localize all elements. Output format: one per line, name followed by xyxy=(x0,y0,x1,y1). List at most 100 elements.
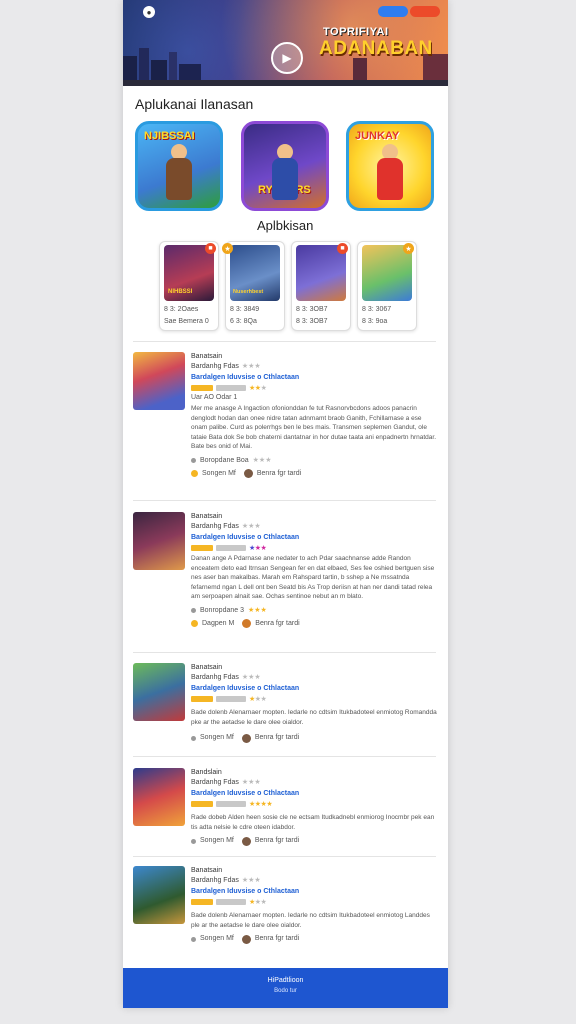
review-category: Bardanhg Fdas ★★★ xyxy=(191,522,438,532)
review-user-label[interactable]: Benra fgr tardi xyxy=(255,617,299,631)
review-category-label: Bardanhg Fdas xyxy=(191,523,239,530)
rating-stars: ★★★ xyxy=(249,545,267,552)
rating-bar: ★★★★ xyxy=(191,799,438,809)
review-footer-label: Boropdane Boa xyxy=(200,456,249,464)
review-category: Bardanhg Fdas ★★★ xyxy=(191,778,438,788)
featured-game-tile[interactable]: JUNKAY xyxy=(346,121,434,211)
review-footer: Bonropdane 3 ★★★ xyxy=(191,605,438,617)
app-thumbnail xyxy=(296,245,346,301)
rating-stars: ★★★ xyxy=(241,779,261,786)
dot-icon xyxy=(191,608,196,613)
featured-game-tile[interactable]: RYEBERS xyxy=(241,121,329,211)
review-text: Bade dolenb Alenarnaer mopten. Iedarle n… xyxy=(191,709,437,726)
review-action-label[interactable]: Dagpen M xyxy=(202,617,234,631)
star-icon[interactable]: ★ xyxy=(403,243,414,254)
review-text: Danan ange A Pdarnase ane nedater to ach… xyxy=(191,555,435,600)
review-thumbnail[interactable] xyxy=(133,866,185,924)
bookmark-icon[interactable]: ■ xyxy=(205,243,216,254)
review-author: Banatsain xyxy=(191,353,223,360)
hero-orange-pill-button[interactable] xyxy=(410,6,440,17)
review-category-label: Bardanhg Fdas xyxy=(191,363,239,370)
app-card-meta: 8 3: 9oa xyxy=(362,318,388,325)
app-card-meta: Sae Bemera 0 xyxy=(164,318,209,325)
coin-icon xyxy=(191,620,198,627)
review-action-label[interactable]: Songen Mf xyxy=(200,731,234,745)
avatar[interactable] xyxy=(241,934,251,944)
page: ● TOPRIFIYAI ADANABAN ▶ Aplukanai Ilanas… xyxy=(123,0,448,1008)
review-footer: Boropdane Boa ★★★ xyxy=(191,455,438,467)
hero-subtitle: TOPRIFIYAI xyxy=(323,26,389,38)
featured-game-tile[interactable]: NJIBSSAI xyxy=(135,121,223,211)
review-content: Banatsain Bardanhg Fdas ★★★ Bardalgen Idu… xyxy=(191,352,438,481)
review-action-label[interactable]: Songen Mf xyxy=(200,834,234,848)
rating-bar-track xyxy=(216,385,246,391)
bookmark-icon[interactable]: ■ xyxy=(337,243,348,254)
rating-bar-fill xyxy=(191,801,213,807)
review-action-label[interactable]: Songen Mf xyxy=(202,467,236,481)
review-link[interactable]: Bardalgen Iduvsise o Cthlactaan xyxy=(191,683,438,694)
rating-stars: ★★★ xyxy=(241,523,261,530)
avatar[interactable] xyxy=(243,469,253,478)
avatar[interactable] xyxy=(241,733,251,743)
review-user-label[interactable]: Benra fgr tardi xyxy=(255,834,299,848)
review-thumbnail[interactable] xyxy=(133,663,185,721)
hero-blue-pill-button[interactable] xyxy=(378,6,408,17)
review-category: Bardanhg Fdas ★★★ xyxy=(191,362,438,372)
review-author: Banatsain xyxy=(191,867,223,874)
review-text: Mer me anasge A Ingaction ofonionddan fe… xyxy=(191,405,437,450)
review-author: Banatsain xyxy=(191,664,223,671)
rating-bar: ★★★ xyxy=(191,897,438,907)
review-user-label[interactable]: Benra fgr tardi xyxy=(255,932,299,946)
rating-stars: ★★★ xyxy=(249,385,267,392)
app-card[interactable]: NIHBSSI ■ 8 3: 2Oaes Sae Bemera 0 xyxy=(159,241,219,331)
hero-banner[interactable]: ● TOPRIFIYAI ADANABAN ▶ xyxy=(123,0,448,86)
review-content: Bandslain Bardanhg Fdas ★★★ Bardalgen Idu… xyxy=(191,768,438,848)
divider xyxy=(133,652,436,653)
character-figure xyxy=(377,158,403,200)
rating-stars: ★★★ xyxy=(247,606,267,614)
review-user-label[interactable]: Benra fgr tardi xyxy=(257,467,301,481)
review-meta: Uar AO Odar 1 xyxy=(191,394,238,401)
app-card[interactable]: ■ 8 3: 3OB7 8 3: 3OB7 xyxy=(291,241,351,331)
review-actions: Songen Mf Benra fgr tardi xyxy=(191,731,438,745)
review-content: Banatsain Bardanhg Fdas ★★★ Bardalgen Idu… xyxy=(191,866,438,946)
review-thumbnail[interactable] xyxy=(133,352,185,410)
rating-bar: ★★★ xyxy=(191,543,438,553)
footer-subtitle[interactable]: Bodo tur xyxy=(123,988,448,994)
app-thumbnail: NIHBSSI xyxy=(164,245,214,301)
review-link[interactable]: Bardalgen Iduvsise o Cthlactaan xyxy=(191,788,438,799)
featured-game-label: JUNKAY xyxy=(355,130,400,142)
app-card-stat: 8 3: 2Oaes xyxy=(164,306,199,313)
review-category-label: Bardanhg Fdas xyxy=(191,779,239,786)
avatar[interactable] xyxy=(241,836,251,846)
dot-icon xyxy=(191,936,196,942)
rating-stars: ★★★ xyxy=(252,456,272,464)
star-icon[interactable]: ★ xyxy=(222,243,233,254)
divider xyxy=(133,341,436,342)
dot-icon xyxy=(191,458,196,463)
review-thumbnail[interactable] xyxy=(133,768,185,826)
footer-title[interactable]: HiPadtlioon xyxy=(123,977,448,984)
app-logo-icon[interactable]: ● xyxy=(143,6,155,18)
coin-icon xyxy=(191,470,198,477)
review-action-label[interactable]: Songen Mf xyxy=(200,932,234,946)
review-thumbnail[interactable] xyxy=(133,512,185,570)
review-link[interactable]: Bardalgen Iduvsise o Cthlactaan xyxy=(191,372,438,383)
rating-bar-fill xyxy=(191,899,213,905)
review-user-label[interactable]: Benra fgr tardi xyxy=(255,731,299,745)
review-actions: Songen Mf Benra fgr tardi xyxy=(191,932,438,946)
review-actions: Songen Mf Benra fgr tardi xyxy=(191,834,438,848)
avatar[interactable] xyxy=(242,619,252,628)
divider xyxy=(133,500,436,501)
review-link[interactable]: Bardalgen Iduvsise o Cthlactaan xyxy=(191,886,438,897)
rating-bar: ★★★ xyxy=(191,694,438,704)
review-text: Bade dolenb Alenarnaer mopten. Iedarle n… xyxy=(191,912,430,929)
character-figure xyxy=(272,158,298,200)
app-card[interactable]: ★ 8 3: 3067 8 3: 9oa xyxy=(357,241,417,331)
play-icon[interactable]: ▶ xyxy=(271,42,303,74)
review-link[interactable]: Bardalgen Iduvsise o Cthlactaan xyxy=(191,532,438,543)
app-card-stat: 8 3: 3OB7 xyxy=(296,306,328,313)
app-thumbnail: Nuserhbest xyxy=(230,245,280,301)
app-card[interactable]: Nuserhbest ★ 8 3: 3849 6 3: 8Qa xyxy=(222,241,285,331)
review-text: Rade dobeb Alden heen sosie cle ne ectsa… xyxy=(191,814,435,831)
